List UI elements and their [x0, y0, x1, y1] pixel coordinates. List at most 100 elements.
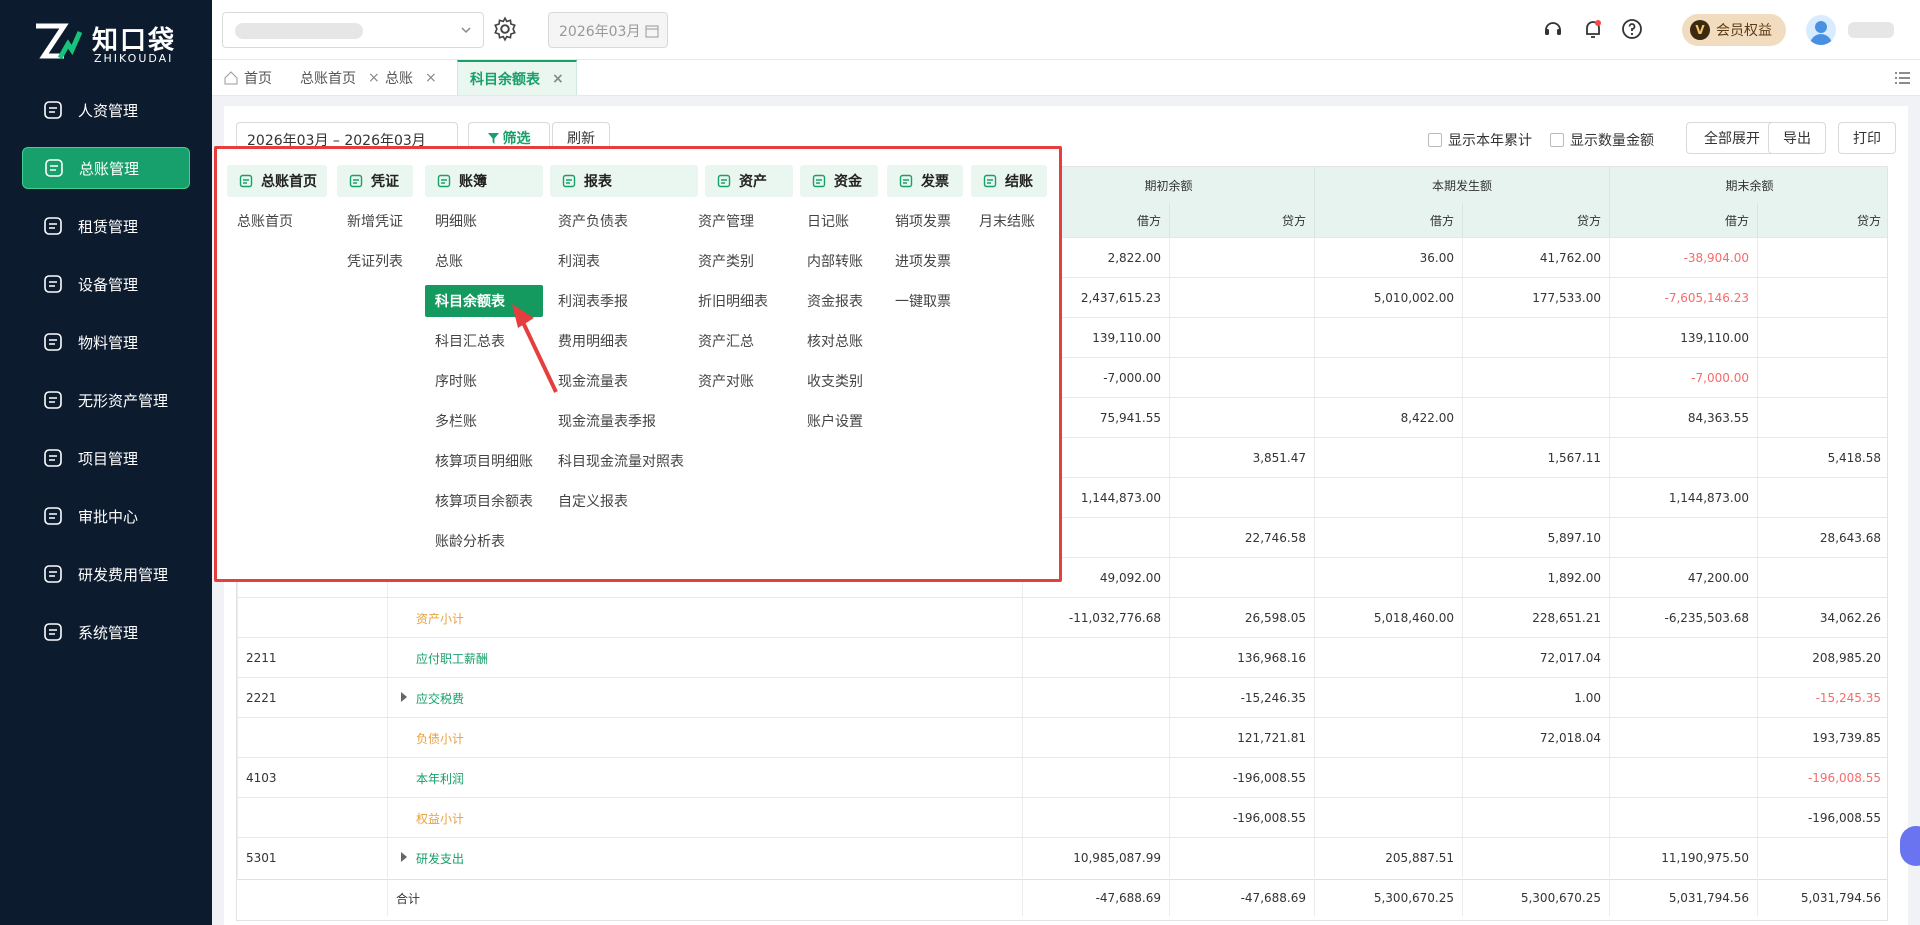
show-year-cumulative-checkbox[interactable]: 显示本年累计	[1428, 130, 1532, 150]
menu-item[interactable]: 科目汇总表	[435, 325, 505, 357]
menu-item[interactable]: 现金流量表季报	[558, 405, 656, 437]
menu-item[interactable]: 收支类别	[807, 365, 863, 397]
company-select[interactable]	[222, 12, 484, 48]
menu-item[interactable]: 资产汇总	[698, 325, 754, 357]
show-quantity-amount-checkbox[interactable]: 显示数量金额	[1550, 130, 1654, 150]
menu-column-header[interactable]: 账簿	[425, 165, 543, 197]
menu-item[interactable]: 总账首页	[237, 205, 293, 237]
menu-item[interactable]: 序时账	[435, 365, 477, 397]
menu-column-header[interactable]: 报表	[550, 165, 698, 197]
sidebar-item[interactable]: 审批中心	[22, 495, 190, 537]
menu-column-header[interactable]: 资金	[800, 165, 878, 197]
tab-list-icon[interactable]	[1894, 69, 1912, 87]
menu-item[interactable]: 内部转账	[807, 245, 863, 277]
chat-float-button[interactable]	[1900, 826, 1920, 866]
account-name[interactable]: 权益小计	[387, 798, 1022, 838]
username-redacted[interactable]	[1848, 22, 1894, 38]
menu-item[interactable]: 日记账	[807, 205, 849, 237]
amount-cell	[1757, 358, 1887, 398]
sidebar-item[interactable]: 租赁管理	[22, 205, 190, 247]
menu-item[interactable]: 明细账	[435, 205, 477, 237]
menu-item[interactable]: 核算项目余额表	[435, 485, 533, 517]
total-amount-cell: 5,300,670.25	[1462, 880, 1609, 916]
account-name[interactable]: 负债小计	[387, 718, 1022, 758]
amount-cell: 3,851.47	[1169, 438, 1314, 478]
amount-cell	[1757, 318, 1887, 358]
close-icon[interactable]: ×	[552, 71, 564, 87]
sidebar-item[interactable]: 系统管理	[22, 611, 190, 653]
amount-cell	[1314, 718, 1462, 758]
menu-item[interactable]: 自定义报表	[558, 485, 628, 517]
menu-item[interactable]: 进项发票	[895, 245, 951, 277]
checkbox-box[interactable]	[1428, 133, 1442, 147]
menu-item[interactable]: 资产类别	[698, 245, 754, 277]
vip-benefits-button[interactable]: V 会员权益	[1682, 14, 1786, 46]
account-name[interactable]: 应付职工薪酬	[387, 638, 1022, 678]
sidebar-item-label: 人资管理	[78, 101, 139, 120]
menu-column-header[interactable]: 资产	[705, 165, 793, 197]
menu-item[interactable]: 资产负债表	[558, 205, 628, 237]
menu-item[interactable]: 多栏账	[435, 405, 477, 437]
help-icon[interactable]	[1621, 18, 1643, 40]
export-button[interactable]: 导出	[1768, 122, 1826, 154]
headset-icon[interactable]	[1542, 18, 1564, 40]
menu-item[interactable]: 资产管理	[698, 205, 754, 237]
menu-item[interactable]: 核算项目明细账	[435, 445, 533, 477]
amount-cell	[1169, 278, 1314, 318]
menu-item[interactable]: 利润表	[558, 245, 600, 277]
amount-cell: 193,739.85	[1757, 718, 1887, 758]
sidebar-item[interactable]: 项目管理	[22, 437, 190, 479]
account-name[interactable]: 本年利润	[387, 758, 1022, 798]
sidebar-item[interactable]: 人资管理	[22, 89, 190, 131]
menu-item[interactable]: 凭证列表	[347, 245, 403, 277]
period-selector[interactable]: 2026年03月	[548, 12, 668, 48]
menu-item[interactable]: 核对总账	[807, 325, 863, 357]
menu-item[interactable]: 费用明细表	[558, 325, 628, 357]
bell-icon[interactable]	[1582, 18, 1604, 40]
expand-caret-icon[interactable]	[401, 852, 407, 862]
amount-cell: -196,008.55	[1169, 758, 1314, 798]
menu-item[interactable]: 现金流量表	[558, 365, 628, 397]
sidebar-item[interactable]: 物料管理	[22, 321, 190, 363]
menu-item[interactable]: 月末结账	[979, 205, 1035, 237]
menu-item[interactable]: 账户设置	[807, 405, 863, 437]
menu-column-header[interactable]: 总账首页	[227, 165, 327, 197]
expand-all-button[interactable]: 全部展开	[1686, 122, 1778, 154]
amount-cell: 34,062.26	[1757, 598, 1887, 638]
menu-column-header[interactable]: 发票	[887, 165, 963, 197]
tab-item[interactable]: 科目余额表 ×	[457, 60, 577, 95]
account-name[interactable]: 研发支出	[387, 838, 1022, 878]
menu-item[interactable]: 总账	[435, 245, 463, 277]
menu-column-header[interactable]: 凭证	[337, 165, 413, 197]
gear-icon[interactable]	[492, 16, 518, 42]
sidebar-item[interactable]: 总账管理	[22, 147, 190, 189]
menu-item[interactable]: 折旧明细表	[698, 285, 768, 317]
amount-cell: 136,968.16	[1169, 638, 1314, 678]
print-button[interactable]: 打印	[1838, 122, 1896, 154]
menu-item[interactable]: 资产对账	[698, 365, 754, 397]
account-name[interactable]: 应交税费	[387, 678, 1022, 718]
menu-item[interactable]: 利润表季报	[558, 285, 628, 317]
menu-column-header[interactable]: 结账	[971, 165, 1047, 197]
account-name[interactable]: 资产小计	[387, 598, 1022, 638]
amount-cell: -7,000.00	[1609, 358, 1757, 398]
menu-item[interactable]: 销项发票	[895, 205, 951, 237]
menu-item[interactable]: 新增凭证	[347, 205, 403, 237]
close-icon[interactable]: ×	[425, 70, 437, 86]
sidebar-item[interactable]: 研发费用管理	[22, 553, 190, 595]
tab-item[interactable]: 首页	[212, 60, 284, 95]
sidebar-item[interactable]: 设备管理	[22, 263, 190, 305]
menu-item[interactable]: 资金报表	[807, 285, 863, 317]
tab-item[interactable]: 总账 ×	[373, 60, 449, 95]
avatar[interactable]	[1806, 15, 1836, 45]
amount-cell	[1609, 678, 1757, 718]
sidebar-item[interactable]: 无形资产管理	[22, 379, 190, 421]
menu-item[interactable]: 一键取票	[895, 285, 951, 317]
menu-item[interactable]: 账龄分析表	[435, 525, 505, 557]
checkbox-label: 显示本年累计	[1448, 133, 1532, 149]
expand-caret-icon[interactable]	[401, 692, 407, 702]
amount-cell: 10,985,087.99	[1022, 838, 1169, 878]
menu-item[interactable]: 科目现金流量对照表	[558, 445, 684, 477]
checkbox-box[interactable]	[1550, 133, 1564, 147]
amount-cell: 36.00	[1314, 238, 1462, 278]
